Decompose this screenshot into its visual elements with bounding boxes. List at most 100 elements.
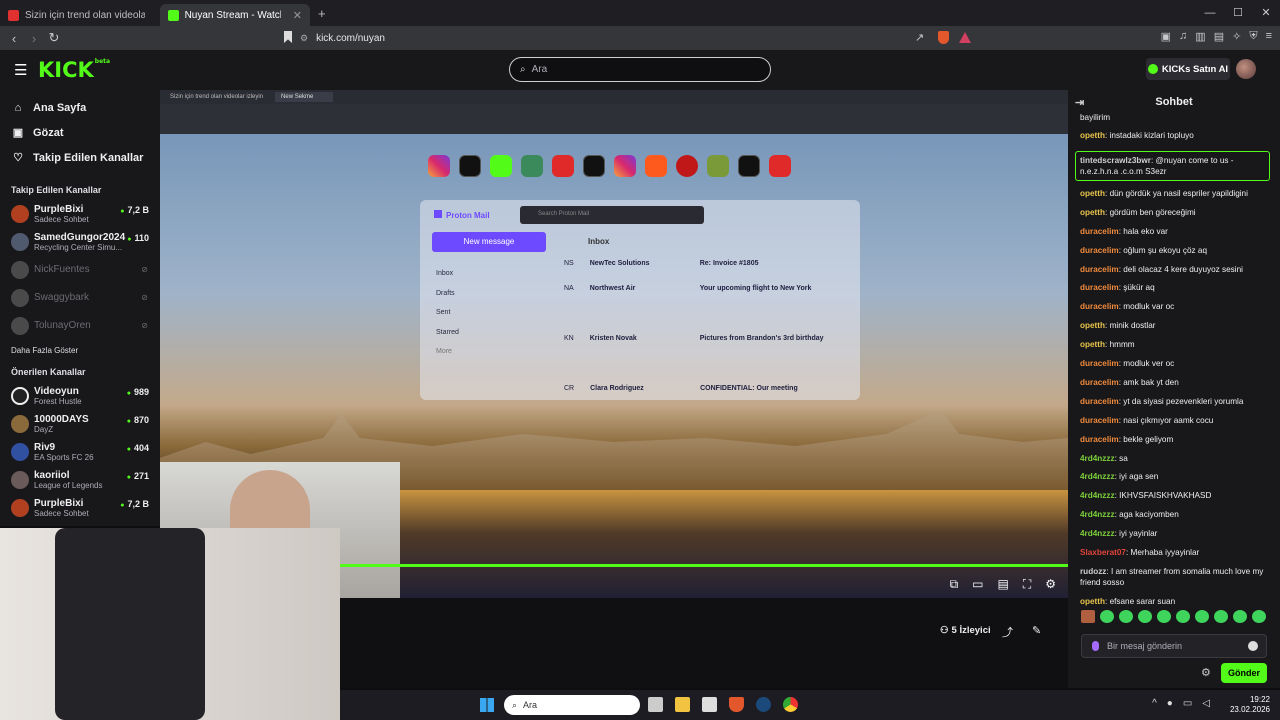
emote-icon[interactable] — [1176, 610, 1190, 623]
recommended-channel[interactable]: Videoyun Forest Hustle 989 — [0, 382, 160, 410]
more-options-icon[interactable]: ✎ — [1032, 624, 1041, 637]
tray-chevron-icon[interactable]: ^ — [1152, 698, 1157, 709]
nav-following[interactable]: ♡ Takip Edilen Kanallar — [0, 145, 160, 170]
chat-username[interactable]: duracelim — [1080, 435, 1119, 444]
followed-channel[interactable]: SamedGungor2024 Recycling Center Simu...… — [0, 228, 160, 256]
chat-username[interactable]: duracelim — [1080, 302, 1119, 311]
collapse-chat-icon[interactable]: ⇥ — [1075, 96, 1084, 109]
vpn-icon[interactable]: ⛨ — [1249, 30, 1257, 43]
emoji-icon[interactable] — [1248, 641, 1258, 651]
followed-channel[interactable]: PurpleBixi Sadece Sohbet 7,2 B — [0, 200, 160, 228]
browser-tab-active[interactable]: Nuyan Stream - Watch Live o ✕ — [160, 4, 310, 26]
emote-icon[interactable] — [1119, 610, 1133, 623]
brave-rewards-icon[interactable] — [959, 32, 971, 43]
send-button[interactable]: Gönder — [1221, 663, 1267, 683]
followed-channel-offline[interactable]: Swaggybark ⊘ — [0, 284, 160, 312]
nav-browse[interactable]: ▣ Gözat — [0, 120, 160, 145]
mic-icon[interactable] — [1092, 641, 1099, 651]
chat-username[interactable]: duracelim — [1080, 283, 1119, 292]
chat-input[interactable]: Bir mesaj gönderin — [1081, 634, 1267, 658]
store-icon[interactable] — [702, 697, 717, 712]
search-input[interactable]: ⌕ Ara — [509, 57, 771, 82]
task-view-icon[interactable] — [648, 697, 663, 712]
tab-search-icon[interactable]: ▣ — [1161, 30, 1171, 43]
chat-username[interactable]: duracelim — [1080, 359, 1119, 368]
chat-username[interactable]: duracelim — [1080, 246, 1119, 255]
emote-icon[interactable] — [1138, 610, 1152, 623]
windows-start-icon[interactable] — [480, 698, 494, 712]
followed-channel-offline[interactable]: NickFuentes ⊘ — [0, 256, 160, 284]
extensions-icon[interactable]: ✧ — [1232, 30, 1241, 43]
url-field[interactable]: ⚙ kick.com/nuyan — [300, 29, 980, 47]
close-window-icon[interactable]: ✕ — [1252, 0, 1280, 26]
chat-username[interactable]: 4rd4nzzz — [1080, 510, 1115, 519]
emote-icon[interactable] — [1157, 610, 1171, 623]
chat-username[interactable]: opetth — [1080, 131, 1105, 140]
media-icon[interactable]: ♫ — [1179, 30, 1187, 43]
brave-shield-icon[interactable] — [938, 31, 949, 44]
clock[interactable]: 19:22 23.02.2026 — [1230, 695, 1270, 715]
close-tab-icon[interactable]: ✕ — [293, 9, 302, 22]
recommended-channel[interactable]: 10000DAYS DayZ 870 — [0, 410, 160, 438]
chat-username[interactable]: 4rd4nzzz — [1080, 472, 1115, 481]
chat-username[interactable]: opetth — [1080, 340, 1105, 349]
chat-username[interactable]: opetth — [1080, 321, 1105, 330]
recommended-channel[interactable]: Riv9 EA Sports FC 26 404 — [0, 438, 160, 466]
emote-icon[interactable] — [1233, 610, 1247, 623]
recommended-channel[interactable]: kaoriiol League of Legends 271 — [0, 466, 160, 494]
emote-icon[interactable] — [1100, 610, 1114, 623]
browser-tab[interactable]: Sizin için trend olan videolar izleyin — [0, 4, 160, 26]
fullscreen-icon[interactable]: ⛶ — [1023, 577, 1031, 592]
chat-username[interactable]: Slaxberat07 — [1080, 548, 1126, 557]
chat-username[interactable]: duracelim — [1080, 416, 1119, 425]
volume-icon[interactable]: ◁ — [1202, 698, 1210, 709]
mic-icon[interactable]: ● — [1167, 698, 1173, 709]
plus-icon[interactable]: + — [318, 6, 326, 21]
emote-icon[interactable] — [1214, 610, 1228, 623]
chat-username[interactable]: duracelim — [1080, 397, 1119, 406]
emote-icon[interactable] — [1081, 610, 1095, 623]
forward-icon[interactable]: › — [24, 31, 44, 46]
kicks-ai-button[interactable]: KICKs Satın AI — [1146, 58, 1230, 80]
bookmark-icon[interactable] — [284, 31, 292, 43]
share-stream-icon[interactable]: ⤴ — [1002, 624, 1013, 640]
network-icon[interactable]: ▭ — [1183, 698, 1192, 709]
kick-logo[interactable]: KICKbeta — [38, 58, 110, 82]
chat-username[interactable]: 4rd4nzzz — [1080, 529, 1115, 538]
chat-username[interactable]: duracelim — [1080, 265, 1119, 274]
hamburger-icon[interactable]: ☰ — [14, 61, 27, 79]
chat-username[interactable]: duracelim — [1080, 378, 1119, 387]
emote-icon[interactable] — [1195, 610, 1209, 623]
site-info-icon[interactable]: ⚙ — [300, 33, 308, 44]
minimize-icon[interactable]: — — [1196, 0, 1224, 26]
chat-username[interactable]: duracelim — [1080, 227, 1119, 236]
show-more-link[interactable]: Daha Fazla Göster — [0, 340, 160, 362]
video-player[interactable]: Sizin için trend olan videolar izleyin N… — [160, 90, 1068, 598]
steam-icon[interactable] — [756, 697, 771, 712]
file-explorer-icon[interactable] — [675, 697, 690, 712]
chat-username[interactable]: 4rd4nzzz — [1080, 454, 1115, 463]
emote-icon[interactable] — [1252, 610, 1266, 623]
back-icon[interactable]: ‹ — [4, 31, 24, 46]
followed-channel-offline[interactable]: TolunayOren ⊘ — [0, 312, 160, 340]
menu-icon[interactable]: ≡ — [1266, 30, 1272, 43]
theater-icon[interactable]: ▭ — [972, 577, 983, 592]
brave-icon[interactable] — [729, 697, 744, 712]
settings-icon[interactable]: ⚙ — [1045, 577, 1056, 592]
chat-username[interactable]: rudozz — [1080, 567, 1106, 576]
chat-username[interactable]: tintedscrawlz3bwr — [1080, 156, 1151, 165]
taskbar-search[interactable]: ⌕ Ara — [504, 695, 640, 715]
chat-username[interactable]: opetth — [1080, 208, 1105, 217]
share-icon[interactable]: ↗ — [915, 31, 924, 44]
sidebar-icon[interactable]: ▥ — [1195, 30, 1205, 43]
recommended-channel[interactable]: PurpleBixi Sadece Sohbet 7,2 B — [0, 494, 160, 522]
chat-settings-icon[interactable]: ⚙ — [1201, 666, 1211, 679]
pip-icon[interactable]: ⧉ — [950, 577, 959, 592]
wallet-icon[interactable]: ▤ — [1214, 30, 1224, 43]
user-avatar[interactable] — [1236, 59, 1256, 79]
chat-username[interactable]: opetth — [1080, 597, 1105, 606]
maximize-icon[interactable]: ☐ — [1224, 0, 1252, 26]
nav-home[interactable]: ⌂ Ana Sayfa — [0, 95, 160, 120]
chat-username[interactable]: 4rd4nzzz — [1080, 491, 1115, 500]
clip-icon[interactable]: ▤ — [997, 577, 1008, 592]
